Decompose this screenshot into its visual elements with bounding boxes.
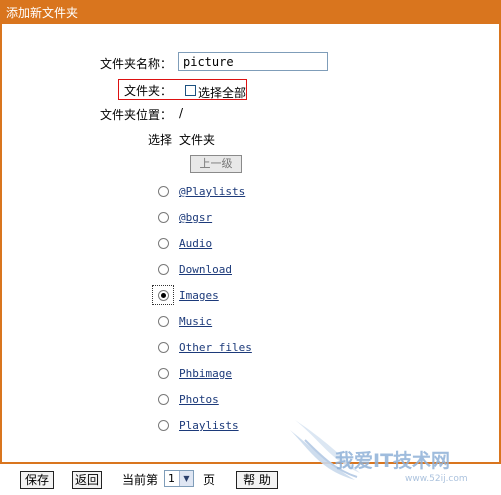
folder-radio[interactable] [158,186,169,197]
folder-radio[interactable] [158,238,169,249]
folder-link[interactable]: Download [179,263,232,276]
folder-label: 文件夹： [124,84,173,98]
page-select-value: 1 [168,472,175,485]
folder-link[interactable]: Photos [179,393,219,406]
folder-link[interactable]: Playlists [179,419,239,432]
folder-link[interactable]: Other files [179,341,252,354]
folder-location-label: 文件夹位置： [100,108,173,122]
form-panel [2,24,499,462]
folder-radio[interactable] [158,368,169,379]
select-all-checkbox[interactable] [185,85,196,96]
folder-link[interactable]: @Playlists [179,185,245,198]
folder-link[interactable]: Images [179,289,219,302]
dialog-title-bar: 添加新文件夹 [0,0,501,24]
folder-link[interactable]: Phbimage [179,367,232,380]
folder-location-value: / [179,106,184,120]
current-page-label: 当前第 [122,473,159,487]
dialog-title: 添加新文件夹 [6,6,79,20]
folder-link[interactable]: Music [179,315,212,328]
radio-focus-outline [152,285,174,305]
help-button[interactable]: 帮 助 [236,471,278,489]
folder-radio[interactable] [158,316,169,327]
chevron-down-icon[interactable]: ▼ [179,471,193,486]
column-header-select: 选择 [148,133,173,147]
folder-link[interactable]: Audio [179,237,212,250]
page-select[interactable]: 1 ▼ [164,470,194,487]
folder-radio[interactable] [158,342,169,353]
column-header-folder: 文件夹 [179,133,216,147]
back-button[interactable]: 返回 [72,471,102,489]
folder-link[interactable]: @bgsr [179,211,212,224]
folder-radio[interactable] [158,420,169,431]
folder-radio[interactable] [158,264,169,275]
select-all-label: 选择全部 [198,86,247,100]
folder-radio[interactable] [158,394,169,405]
folder-name-input[interactable] [178,52,328,71]
folder-name-label: 文件夹名称： [100,57,173,71]
parent-folder-button[interactable]: 上一级 [190,155,242,173]
save-button[interactable]: 保存 [20,471,54,489]
page-suffix-label: 页 [203,473,216,487]
folder-radio[interactable] [158,212,169,223]
